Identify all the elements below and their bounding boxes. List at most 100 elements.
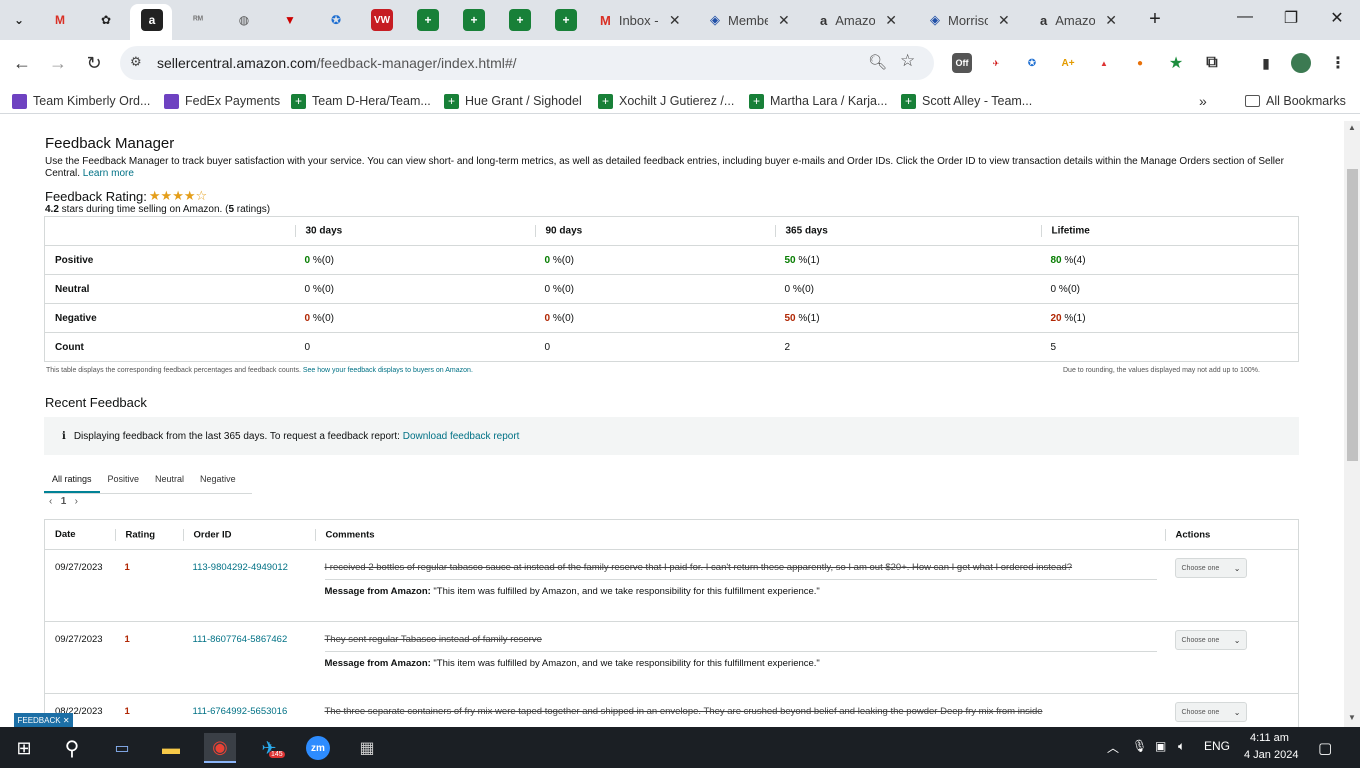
reload-button[interactable]: ↻ <box>82 51 106 75</box>
page-title: Feedback Manager <box>45 135 175 152</box>
search-icon[interactable]: ⚲ <box>56 733 88 763</box>
address-bar[interactable]: ⚙ sellercentral.amazon.com/feedback-mana… <box>120 46 934 80</box>
extension-icon[interactable]: A+ <box>1058 53 1078 73</box>
bookmark-item[interactable]: + Hue Grant / Sighodel <box>444 92 582 110</box>
back-button[interactable]: ← <box>10 51 34 75</box>
menu-icon[interactable]: ⋮ <box>1328 53 1348 73</box>
metric-cell: 50 %(1) <box>774 245 1041 275</box>
close-icon[interactable]: ✕ <box>885 12 897 29</box>
tab-icon[interactable]: VW <box>371 9 393 31</box>
extension-icon[interactable]: ✪ <box>1022 53 1042 73</box>
amazon-icon[interactable]: a <box>141 9 163 31</box>
site-info-icon[interactable]: ⚙ <box>130 54 142 70</box>
language-indicator[interactable]: ENG <box>1204 739 1230 753</box>
tab-member[interactable]: ◈ Membe ✕ <box>710 6 790 34</box>
more-bookmarks-icon[interactable]: » <box>1199 92 1207 110</box>
forward-button[interactable]: → <box>46 51 70 75</box>
bookmark-star-icon[interactable]: ☆ <box>900 51 915 71</box>
side-panel-icon[interactable]: ▮ <box>1256 53 1276 73</box>
computer-icon[interactable]: ▭ <box>106 733 138 763</box>
action-dropdown[interactable]: Choose one ⌄ <box>1174 630 1247 650</box>
action-dropdown[interactable]: Choose one ⌄ <box>1174 558 1247 578</box>
bookmark-label: Xochilt J Gutierez /... <box>619 94 735 108</box>
all-bookmarks[interactable]: All Bookmarks <box>1245 92 1346 110</box>
bookmark-item[interactable]: + Xochilt J Gutierez /... <box>598 92 734 110</box>
bookmark-item[interactable]: Team Kimberly Ord... <box>12 92 150 110</box>
feedback-widget-tab[interactable]: FEEDBACK ✕ <box>14 713 73 727</box>
tab-all-ratings[interactable]: All ratings <box>44 470 100 493</box>
extension-icon[interactable]: ✈ <box>986 53 1006 73</box>
tab-icon[interactable]: ✪ <box>325 9 347 31</box>
restore-button[interactable]: ❐ <box>1279 8 1303 32</box>
globe-icon[interactable]: ◍ <box>233 9 255 31</box>
extension-icon[interactable]: ● <box>1130 53 1150 73</box>
volume-icon[interactable]: 🔈︎ <box>1178 739 1185 754</box>
tab-label: Membe <box>728 12 768 28</box>
scrollbar-thumb[interactable] <box>1347 169 1358 461</box>
download-report-link[interactable]: Download feedback report <box>403 431 520 442</box>
chatgpt-icon[interactable]: ✿ <box>95 9 117 31</box>
tab-amazon-2[interactable]: a Amazo ✕ <box>1040 6 1117 34</box>
zoom-icon[interactable]: 🔍︎ <box>868 53 887 71</box>
tab-neutral[interactable]: Neutral <box>147 470 192 493</box>
tab-icon[interactable]: ▼ <box>279 9 301 31</box>
sheets-icon[interactable]: + <box>509 9 531 31</box>
action-dropdown[interactable]: Choose one ⌄ <box>1174 702 1247 722</box>
close-icon[interactable]: ✕ <box>998 12 1010 29</box>
bookmark-item[interactable]: + Team D-Hera/Team... <box>291 92 431 110</box>
windows-start-icon[interactable]: ⊞ <box>8 733 40 763</box>
microphone-icon[interactable]: 🎙︎ <box>1132 739 1147 753</box>
tab-inbox[interactable]: M Inbox - ✕ <box>600 6 681 34</box>
rating-filter-tabs: All ratings Positive Neutral Negative <box>44 470 252 494</box>
clock-time[interactable]: 4:11 am <box>1250 732 1289 744</box>
zoom-app-icon[interactable]: zm <box>302 733 334 763</box>
tab-negative[interactable]: Negative <box>192 470 244 493</box>
order-id-link[interactable]: 111-8607764-5867462 <box>193 634 288 645</box>
calculator-icon[interactable]: ▦ <box>351 733 383 763</box>
close-icon[interactable]: ✕ <box>669 12 681 29</box>
metrics-row-neutral: Neutral 0 %(0) 0 %(0) 0 %(0) 0 %(0) <box>44 274 1299 304</box>
new-tab-button[interactable]: + <box>1143 8 1167 32</box>
page-scrollbar[interactable]: ▲ ▼ <box>1344 121 1360 727</box>
tab-morrison[interactable]: ◈ Morriso ✕ <box>930 6 1010 34</box>
extension-off-icon[interactable]: Off <box>952 53 972 73</box>
feedback-display-link[interactable]: See how your feedback displays to buyers… <box>303 367 473 374</box>
tab-search-icon[interactable]: ⌄ <box>8 9 30 31</box>
notification-icon[interactable]: ▢ <box>1318 739 1332 757</box>
bookmark-item[interactable]: + Martha Lara / Karja... <box>749 92 887 110</box>
learn-more-link[interactable]: Learn more <box>83 168 134 179</box>
close-icon[interactable]: ✕ <box>778 12 790 29</box>
extensions-puzzle-icon[interactable]: ⧉ <box>1202 53 1222 73</box>
next-page-icon[interactable]: › <box>75 496 78 507</box>
feedback-row: 09/27/2023 1 113-9804292-4949012 I recei… <box>44 549 1299 622</box>
rounding-note: Due to rounding, the values displayed ma… <box>1063 367 1260 374</box>
tab-positive[interactable]: Positive <box>100 470 148 493</box>
gmail-icon[interactable]: M <box>49 9 71 31</box>
minimize-button[interactable]: — <box>1233 8 1257 32</box>
order-id-link[interactable]: 113-9804292-4949012 <box>193 562 288 573</box>
network-icon[interactable]: ▣ <box>1155 739 1166 753</box>
close-icon[interactable]: ✕ <box>1105 12 1117 29</box>
bookmark-item[interactable]: + Scott Alley - Team... <box>901 92 1032 110</box>
order-id-link[interactable]: 111-6764992-5653016 <box>193 706 288 717</box>
sheets-icon[interactable]: + <box>417 9 439 31</box>
chrome-icon[interactable]: ◉ <box>204 733 236 763</box>
tab-amazon[interactable]: a Amazo ✕ <box>820 6 897 34</box>
extension-star-icon[interactable]: ★ <box>1166 53 1186 73</box>
sheets-icon[interactable]: + <box>463 9 485 31</box>
file-explorer-icon[interactable]: ▬ <box>155 733 187 763</box>
current-page[interactable]: 1 <box>61 496 67 507</box>
sheets-icon[interactable]: + <box>555 9 577 31</box>
metrics-col-90: 90 days <box>534 217 775 246</box>
tab-icon[interactable]: ᴿᴹ <box>187 9 209 31</box>
profile-avatar[interactable] <box>1291 53 1311 73</box>
metric-cell: 2 <box>774 332 1041 362</box>
clock-date[interactable]: 4 Jan 2024 <box>1244 749 1298 761</box>
bookmark-item[interactable]: FedEx Payments <box>164 92 280 110</box>
prev-page-icon[interactable]: ‹ <box>49 496 52 507</box>
page-content: Feedback Manager Use the Feedback Manage… <box>0 121 1344 727</box>
show-hidden-icons[interactable]: ︿ <box>1107 739 1119 756</box>
telegram-icon[interactable]: ✈ 145 <box>253 733 285 763</box>
close-window-button[interactable]: ✕ <box>1325 8 1349 32</box>
extension-icon[interactable]: ▲ <box>1094 53 1114 73</box>
